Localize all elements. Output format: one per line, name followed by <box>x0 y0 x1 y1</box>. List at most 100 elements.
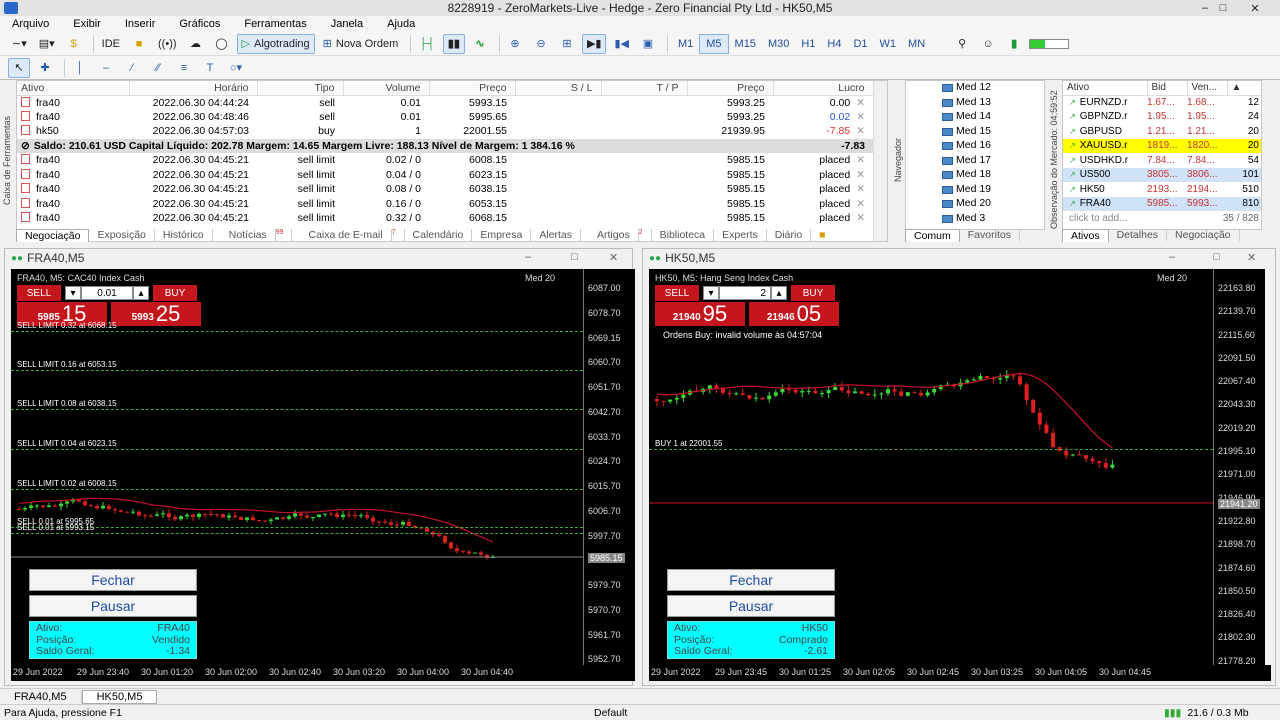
volume-input[interactable]: 2 <box>719 286 771 300</box>
menu-arquivo[interactable]: Arquivo <box>0 18 61 30</box>
mw-col-ativo[interactable]: Ativo <box>1063 81 1148 96</box>
market-watch-row[interactable]: ↗ EURNZD.r 1.67... 1.68... 12 <box>1063 95 1261 110</box>
crosshair-icon[interactable]: ✚ <box>34 58 56 78</box>
trade-scrollbar[interactable] <box>873 81 887 241</box>
navigator-item[interactable]: Med 13 <box>906 96 1044 111</box>
tab-favoritos[interactable]: Favoritos <box>960 229 1020 241</box>
chart-window-fra40[interactable]: ●● FRA40,M5 – □ ✕ FRA40, M5: CAC40 Index … <box>4 248 635 686</box>
screenshot-icon[interactable]: ▣ <box>637 34 659 54</box>
chart-close-button[interactable]: ✕ <box>609 251 618 264</box>
order-level-line[interactable]: SELL LIMIT 0.16 at 6053.15 <box>11 360 583 371</box>
tf-h1[interactable]: H1 <box>795 34 821 54</box>
chart-tab-hk50[interactable]: HK50,M5 <box>81 689 158 704</box>
navigator-item[interactable]: Med 3 <box>906 212 1044 227</box>
navigator-item[interactable]: Med 18 <box>906 168 1044 183</box>
tf-mn[interactable]: MN <box>902 34 931 54</box>
delete-order-icon[interactable]: ✕ <box>850 183 865 195</box>
pausar-button[interactable]: Pausar <box>29 595 197 617</box>
mw-add-symbol[interactable]: click to add... <box>1063 211 1147 226</box>
market-watch-row[interactable]: ↗ XAUUSD.r 1819... 1820... 20 <box>1063 138 1261 153</box>
bar-chart-icon[interactable]: ├┤ <box>415 34 439 54</box>
order-row[interactable]: fra40 2022.06.30 04:45:21 sell limit 0.04 /… <box>17 168 873 183</box>
order-row[interactable]: fra40 2022.06.30 04:45:21 sell limit 0.32 /… <box>17 211 873 226</box>
tf-m1[interactable]: M1 <box>672 34 699 54</box>
col-ativo[interactable]: Ativo <box>17 81 130 96</box>
tab-mw-negociacao[interactable]: Negociação <box>1167 229 1240 241</box>
cursor-icon[interactable]: ↖ <box>8 57 30 78</box>
tab-detalhes[interactable]: Detalhes <box>1109 229 1168 241</box>
trendline-icon[interactable]: ∕ <box>121 58 143 78</box>
col-horario[interactable]: Horário <box>129 81 258 96</box>
navigator-item[interactable]: Med 19 <box>906 183 1044 198</box>
tf-h4[interactable]: H4 <box>821 34 847 54</box>
order-level-line[interactable]: SELL 0.01 at 5993.15 <box>11 523 583 534</box>
tf-m5[interactable]: M5 <box>699 33 729 54</box>
buy-button[interactable]: BUY <box>153 285 197 301</box>
col-tp[interactable]: T / P <box>601 81 688 96</box>
tab-noticias[interactable]: Notícias 99 <box>213 228 293 242</box>
ide-button[interactable]: IDE <box>98 34 124 54</box>
menu-graficos[interactable]: Gráficos <box>167 18 232 30</box>
position-row[interactable]: hk50 2022.06.30 04:57:03 buy 1 22001.55 21939… <box>17 124 873 139</box>
close-position-icon[interactable]: ✕ <box>850 111 865 123</box>
tab-biblioteca[interactable]: Biblioteca <box>652 229 715 241</box>
candles-icon[interactable]: ▮▮ <box>442 33 465 54</box>
tab-exposicao[interactable]: Exposição <box>89 229 155 241</box>
tf-w1[interactable]: W1 <box>874 34 903 54</box>
buy-button[interactable]: BUY <box>791 285 835 301</box>
chart-minimize-button[interactable]: – <box>1169 251 1175 263</box>
text-icon[interactable]: T <box>199 58 221 78</box>
chart-minimize-button[interactable]: – <box>525 251 531 263</box>
cloud-icon[interactable]: ☁ <box>185 34 207 54</box>
delete-order-icon[interactable]: ✕ <box>850 154 865 166</box>
col-lucro[interactable]: Lucro <box>773 81 874 96</box>
close-position-icon[interactable]: ✕ <box>850 97 865 109</box>
tab-historico[interactable]: Histórico <box>155 229 213 241</box>
tile-icon[interactable]: ⊞ <box>556 34 578 54</box>
vertical-line-icon[interactable]: │ <box>69 58 91 78</box>
volume-decrease[interactable]: ▾ <box>703 286 719 300</box>
fibonacci-icon[interactable]: ≡ <box>173 58 195 78</box>
vps-icon[interactable]: ◯ <box>211 34 233 54</box>
volume-increase[interactable]: ▴ <box>771 286 787 300</box>
order-level-line[interactable]: SELL LIMIT 0.04 at 6023.15 <box>11 439 583 450</box>
horizontal-line-icon[interactable]: – <box>95 58 117 78</box>
menu-exibir[interactable]: Exibir <box>61 18 113 30</box>
chart-maximize-button[interactable]: □ <box>1213 251 1220 263</box>
account-icon[interactable]: ☺ <box>977 34 999 54</box>
tab-email[interactable]: Caixa de E-mail 7 <box>292 228 405 242</box>
order-level-line[interactable]: SELL LIMIT 0.08 at 6038.15 <box>11 399 583 410</box>
volume-increase[interactable]: ▴ <box>133 286 149 300</box>
tab-alertas[interactable]: Alertas <box>531 229 582 241</box>
position-row[interactable]: fra40 2022.06.30 04:44:24 sell 0.01 5993.15 5… <box>17 95 873 110</box>
order-row[interactable]: fra40 2022.06.30 04:45:21 sell limit 0.08 /… <box>17 182 873 197</box>
tab-empresa[interactable]: Empresa <box>472 229 532 241</box>
market-watch-row[interactable]: ↗ HK50 2193... 2194... 510 <box>1063 182 1261 197</box>
chart-maximize-button[interactable]: □ <box>571 251 578 263</box>
tab-ativos[interactable]: Ativos <box>1062 228 1109 242</box>
volume-input[interactable]: 0.01 <box>81 286 133 300</box>
order-level-line[interactable]: SELL 0.01 at 5995.65 <box>11 517 583 528</box>
order-level-line[interactable]: BUY 1 at 22001.55 <box>649 439 1213 450</box>
market-icon[interactable]: ■ <box>128 34 150 54</box>
tf-m15[interactable]: M15 <box>729 34 762 54</box>
col-volume[interactable]: Volume <box>343 81 430 96</box>
tab-comum[interactable]: Comum <box>905 228 960 242</box>
market-watch-row[interactable]: ↗ FRA40 5985... 5993... 810 <box>1063 196 1261 211</box>
mw-col-spread[interactable]: ▲ <box>1227 81 1261 96</box>
position-row[interactable]: fra40 2022.06.30 04:48:46 sell 0.01 5995.65 5… <box>17 110 873 125</box>
col-tipo[interactable]: Tipo <box>257 81 344 96</box>
signals-icon[interactable]: ((•)) <box>154 34 181 54</box>
chart-tab-fra40[interactable]: FRA40,M5 <box>0 690 82 703</box>
market-watch-row[interactable]: ↗ GBPNZD.r 1.95... 1.95... 24 <box>1063 110 1261 125</box>
navigator-item[interactable]: Med 14 <box>906 110 1044 125</box>
market-watch-row[interactable]: ↗ USDHKD.r 7.84... 7.84... 54 <box>1063 153 1261 168</box>
mw-col-bid[interactable]: Bid <box>1147 81 1188 96</box>
price-chart[interactable]: HK50, M5: Hang Seng Index Cash Med 20 SE… <box>649 269 1213 665</box>
zoom-out-icon[interactable]: ⊖ <box>530 34 552 54</box>
mw-col-ask[interactable]: Ven... <box>1187 81 1228 96</box>
menu-janela[interactable]: Janela <box>319 18 375 30</box>
market-watch-row[interactable]: ↗ GBPUSD 1.21... 1.21... 20 <box>1063 124 1261 139</box>
delete-order-icon[interactable]: ✕ <box>850 198 865 210</box>
chart-window-hk50[interactable]: ●● HK50,M5 – □ ✕ HK50, M5: Hang Seng Inde… <box>642 248 1276 686</box>
